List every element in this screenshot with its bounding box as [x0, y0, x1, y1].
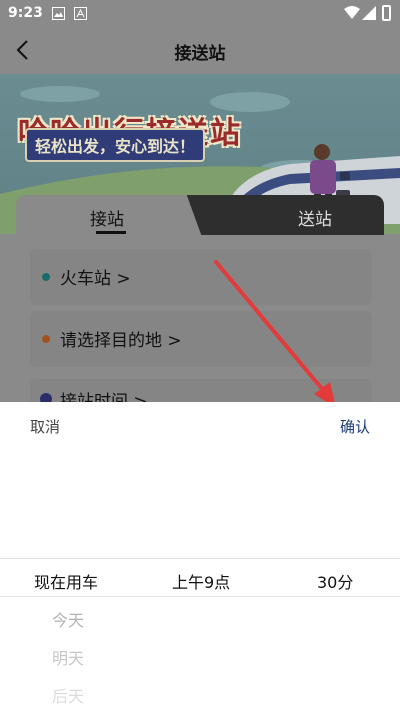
day-option[interactable]: 今天: [52, 607, 84, 631]
tab-bar: 接站 送站: [16, 195, 384, 235]
booking-form-panel: 火车站 > 请选择目的地 > 接站时间 >: [16, 235, 384, 435]
active-tab-indicator: [96, 231, 126, 234]
status-bar: 9:23: [0, 0, 400, 28]
station-label: 火车站 >: [60, 269, 131, 289]
signal-icon: [362, 6, 376, 20]
battery-icon: [382, 5, 391, 21]
station-dot-icon: [42, 273, 50, 281]
day-picker-selected[interactable]: 现在用车: [34, 569, 98, 593]
hour-picker-selected[interactable]: 上午9点: [172, 569, 230, 593]
page-title: 接送站: [174, 44, 226, 64]
cancel-button[interactable]: 取消: [30, 416, 60, 437]
status-time: 9:23: [8, 5, 43, 21]
top-navigation-bar: 接送站: [0, 28, 400, 72]
picker-selection-top-divider: [0, 558, 400, 559]
confirm-button[interactable]: 确认: [340, 416, 370, 437]
minute-picker-selected[interactable]: 30分: [317, 569, 353, 593]
app-notification-icon: [74, 7, 87, 20]
day-option[interactable]: 明天: [52, 645, 84, 669]
destination-dot-icon: [42, 335, 50, 343]
wifi-icon: [344, 6, 360, 19]
destination-label: 请选择目的地 >: [60, 331, 182, 351]
time-picker-sheet: 取消 确认 现在用车 上午9点 30分 今天 明天 后天: [0, 402, 400, 711]
tab-pickup[interactable]: 接站: [16, 195, 206, 235]
tab-dropoff[interactable]: 送站: [206, 195, 384, 235]
tab-pickup-label: 接站: [90, 210, 124, 230]
station-selector[interactable]: 火车站 >: [30, 249, 372, 305]
tab-dropoff-label: 送站: [298, 210, 332, 230]
picker-selection-bottom-divider: [0, 596, 400, 597]
banner-slogan: 轻松出发，安心到达！: [25, 128, 206, 162]
image-notification-icon: [52, 7, 65, 20]
destination-selector[interactable]: 请选择目的地 >: [30, 311, 372, 367]
day-option[interactable]: 后天: [52, 683, 84, 707]
